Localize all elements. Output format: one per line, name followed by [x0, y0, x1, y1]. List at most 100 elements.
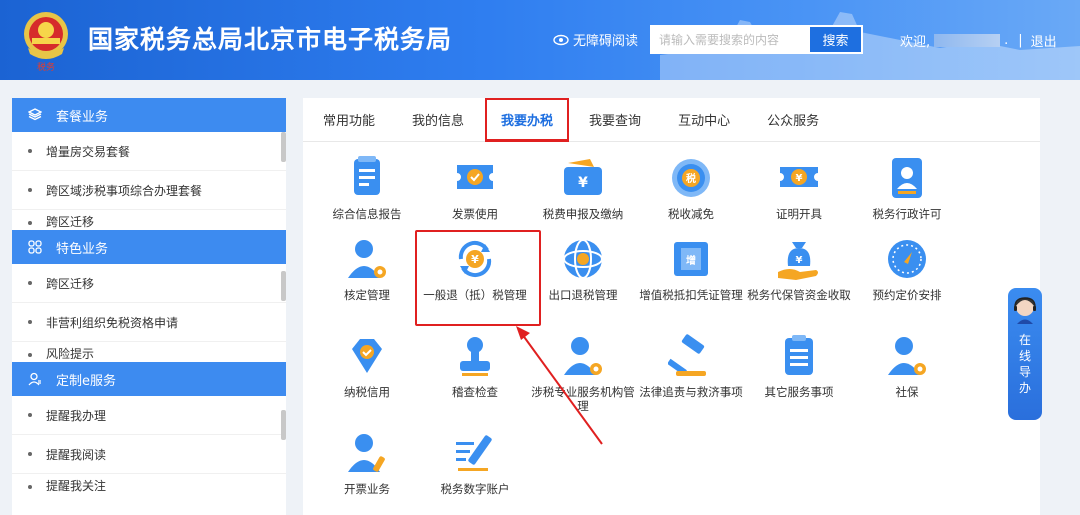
- bullet-dot: [28, 221, 32, 225]
- service-item[interactable]: 税税收减免: [637, 155, 745, 221]
- user-gear-icon: [560, 333, 606, 379]
- svg-text:增: 增: [686, 254, 696, 267]
- document-icon: [344, 155, 390, 201]
- service-item[interactable]: 社保: [853, 333, 961, 399]
- service-item[interactable]: ¥ 一般退（抵）税管理: [421, 236, 529, 302]
- eye-icon: [553, 34, 569, 45]
- bullet-dot: [28, 149, 32, 153]
- search-box: 搜索: [650, 25, 863, 54]
- sidebar-item-label: 提醒我关注: [46, 479, 107, 493]
- sidebar-section-title: 定制e服务: [56, 373, 116, 389]
- compass-icon: [884, 236, 930, 282]
- service-label: 税务行政许可: [872, 207, 942, 221]
- service-label: 涉税专业服务机构管理: [531, 385, 635, 413]
- service-label: 一般退（抵）税管理: [423, 288, 527, 302]
- service-label: 其它服务事项: [764, 385, 834, 399]
- service-item[interactable]: ¥ 税务代保管资金收取: [745, 236, 853, 302]
- invoice-icon: [452, 155, 498, 201]
- service-item[interactable]: 综合信息报告: [313, 155, 421, 221]
- sidebar-section-featured[interactable]: 特色业务: [12, 230, 286, 264]
- service-item[interactable]: 增增值税抵扣凭证管理: [637, 236, 745, 302]
- vat-ticket-icon: 增: [668, 236, 714, 282]
- sidebar-item-label: 跨区迁移: [46, 276, 95, 291]
- sidebar-section-package[interactable]: 套餐业务: [12, 98, 286, 132]
- sidebar-item[interactable]: 风险提示: [12, 342, 286, 362]
- sidebar-scrollbar[interactable]: [281, 132, 286, 162]
- sidebar-item[interactable]: 非营利组织免税资格申请: [12, 303, 286, 342]
- sidebar-scrollbar[interactable]: [281, 410, 286, 440]
- grid-icon: [28, 240, 42, 254]
- service-item[interactable]: 开票业务: [313, 430, 421, 496]
- service-item[interactable]: 稽查检查: [421, 333, 529, 399]
- sidebar-scrollbar[interactable]: [281, 271, 286, 301]
- sidebar-item-label: 风险提示: [46, 347, 95, 361]
- service-item[interactable]: 税务数字账户: [421, 430, 529, 496]
- service-item[interactable]: 税务行政许可: [853, 155, 961, 221]
- logout-link[interactable]: 退出: [1031, 31, 1057, 50]
- sidebar-section-title: 特色业务: [56, 241, 109, 257]
- sidebar-item[interactable]: 提醒我办理: [12, 396, 286, 435]
- sidebar-item-label: 跨区域涉税事项综合办理套餐: [46, 183, 203, 198]
- service-item[interactable]: 涉税专业服务机构管理: [529, 333, 637, 413]
- service-item[interactable]: 出口退税管理: [529, 236, 637, 302]
- bullet-dot: [28, 452, 32, 456]
- license-icon: [884, 155, 930, 201]
- sidebar-item[interactable]: 跨区域涉税事项综合办理套餐: [12, 171, 286, 210]
- money-bag-icon: ¥: [776, 236, 822, 282]
- diamond-icon: [344, 333, 390, 379]
- service-label: 税务数字账户: [440, 482, 510, 496]
- service-item[interactable]: 法律追责与救济事项: [637, 333, 745, 399]
- tab-my-info[interactable]: 我的信息: [412, 110, 464, 129]
- service-label: 税费申报及缴纳: [542, 207, 624, 221]
- gavel-icon: [667, 333, 714, 379]
- svg-text:¥: ¥: [796, 173, 803, 184]
- sidebar-item[interactable]: 提醒我阅读: [12, 435, 286, 474]
- user-gear-icon: [884, 333, 930, 379]
- bullet-dot: [28, 188, 32, 192]
- online-guide-char: 在: [1018, 333, 1031, 347]
- tab-public-service[interactable]: 公众服务: [767, 110, 819, 129]
- tab-interaction-center[interactable]: 互动中心: [678, 110, 730, 129]
- masked-username: [934, 34, 1001, 47]
- service-label: 预约定价安排: [872, 288, 942, 302]
- tab-bar: 常用功能 我的信息 我要办税 我要查询 互动中心 公众服务: [303, 97, 1040, 142]
- service-item[interactable]: 其它服务事项: [745, 333, 853, 399]
- service-item[interactable]: ¥ 证明开具: [745, 155, 853, 221]
- service-label: 综合信息报告: [332, 207, 402, 221]
- sidebar-item[interactable]: 跨区迁移: [12, 264, 286, 303]
- bullet-dot: [28, 320, 32, 324]
- sidebar-item[interactable]: 提醒我关注: [12, 474, 286, 494]
- sidebar-item[interactable]: 跨区迁移: [12, 210, 286, 230]
- service-label: 税务代保管资金收取: [747, 288, 851, 302]
- sidebar-item-label: 提醒我办理: [46, 408, 107, 423]
- clipboard-icon: [776, 333, 822, 379]
- bullet-dot: [28, 281, 32, 285]
- tab-common-functions[interactable]: 常用功能: [323, 110, 375, 129]
- service-label: 稽查检查: [452, 385, 498, 399]
- user-gear-icon: [344, 236, 390, 282]
- search-button[interactable]: 搜索: [809, 26, 862, 53]
- bullet-dot: [28, 353, 32, 357]
- svg-text:税务: 税务: [37, 61, 55, 72]
- service-label: 法律追责与救济事项: [639, 385, 743, 399]
- tab-tax-handling[interactable]: 我要办税: [485, 97, 570, 142]
- sidebar-section-custom-service[interactable]: 定制e服务: [12, 362, 286, 396]
- sidebar-item-label: 增量房交易套餐: [46, 144, 131, 159]
- accessibility-reading-link[interactable]: 无障碍阅读: [553, 30, 638, 49]
- tax-reduction-icon: 税: [668, 155, 714, 201]
- tab-query[interactable]: 我要查询: [589, 110, 641, 129]
- service-item[interactable]: 核定管理: [313, 236, 421, 302]
- globe-icon: [560, 236, 606, 282]
- service-item[interactable]: 预约定价安排: [853, 236, 961, 302]
- service-item[interactable]: ¥ 税费申报及缴纳: [529, 155, 637, 221]
- search-input[interactable]: [651, 26, 809, 53]
- service-label: 出口退税管理: [548, 288, 618, 302]
- welcome-label: 欢迎,: [900, 35, 931, 50]
- sidebar-item[interactable]: 增量房交易套餐: [12, 132, 286, 171]
- online-guide-button[interactable]: 在 线 导 办: [1008, 288, 1042, 420]
- svg-text:¥: ¥: [578, 175, 588, 191]
- stamp-icon: [452, 333, 498, 379]
- service-item[interactable]: 纳税信用: [313, 333, 421, 399]
- service-item[interactable]: 发票使用: [421, 155, 529, 221]
- svg-text:¥: ¥: [796, 255, 803, 266]
